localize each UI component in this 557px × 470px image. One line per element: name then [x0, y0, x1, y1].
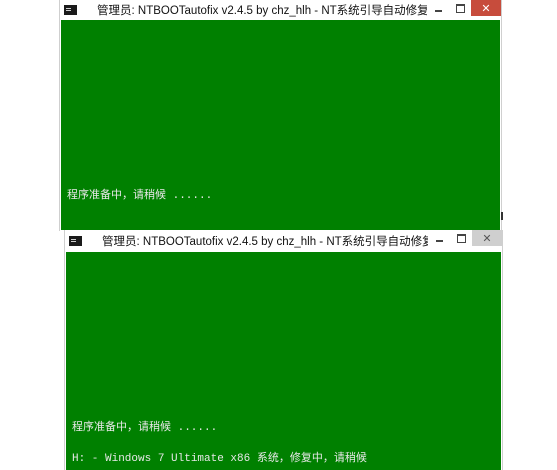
console-line: 程序准备中，请稍候 ......	[67, 190, 213, 202]
window-controls: ✕	[428, 230, 502, 252]
console-window-1[interactable]: 管理员: NTBOOTautofix v2.4.5 by chz_hlh - N…	[59, 0, 503, 231]
title-bar[interactable]: 管理员: NTBOOTautofix v2.4.5 by chz_hlh - N…	[60, 0, 501, 20]
console-icon[interactable]	[64, 5, 77, 15]
minimize-button[interactable]	[427, 0, 449, 16]
close-icon: ✕	[481, 1, 491, 15]
console-icon[interactable]	[69, 236, 82, 246]
console-window-2[interactable]: 管理员: NTBOOTautofix v2.4.5 by chz_hlh - N…	[64, 230, 503, 470]
console-line: H: - Windows 7 Ultimate x86 系统，修复中，请稍候	[72, 453, 367, 465]
maximize-icon	[455, 3, 465, 13]
close-button[interactable]: ✕	[472, 230, 502, 246]
minimize-button[interactable]	[428, 230, 450, 246]
window-title: 管理员: NTBOOTautofix v2.4.5 by chz_hlh - N…	[97, 5, 427, 17]
minimize-icon	[435, 239, 443, 242]
close-button[interactable]: ✕	[471, 0, 501, 16]
window-controls: ✕	[427, 0, 501, 20]
console-line: 程序准备中，请稍候 ......	[72, 422, 218, 434]
console-output[interactable]: 程序准备中，请稍候 ...... H: - Windows 7 Ultimate…	[66, 252, 501, 470]
maximize-icon	[456, 233, 466, 243]
maximize-button[interactable]	[450, 230, 472, 246]
title-bar[interactable]: 管理员: NTBOOTautofix v2.4.5 by chz_hlh - N…	[65, 230, 502, 252]
scrollbar-edge	[501, 212, 503, 220]
window-title: 管理员: NTBOOTautofix v2.4.5 by chz_hlh - N…	[102, 236, 428, 248]
minimize-icon	[434, 9, 442, 12]
close-icon: ✕	[482, 231, 492, 245]
maximize-button[interactable]	[449, 0, 471, 16]
console-output[interactable]: 程序准备中，请稍候 ......	[61, 20, 500, 230]
